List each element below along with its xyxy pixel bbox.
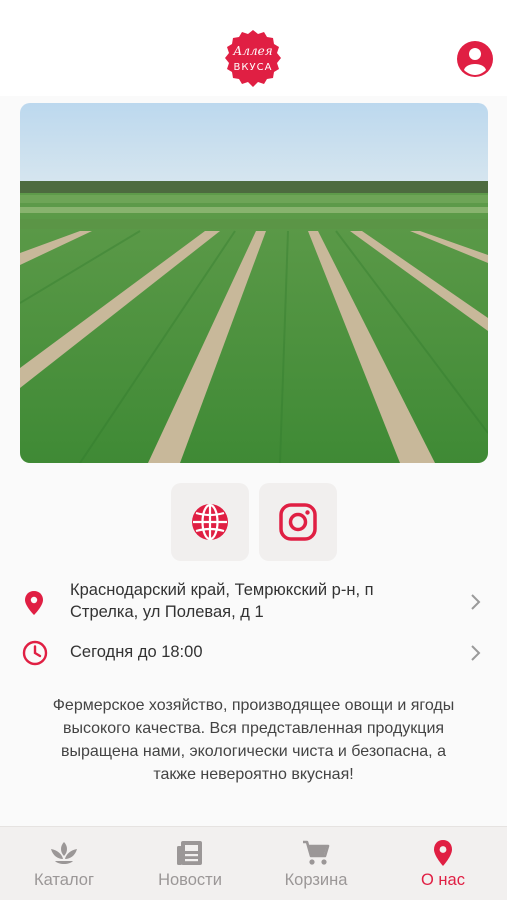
app-header: Аллея ВКУСА	[0, 0, 507, 96]
description-line: также невероятно вкусная!	[153, 766, 354, 783]
address-row[interactable]: Краснодарский край, Темрюкский р-н, п Ст…	[0, 578, 507, 628]
chevron-right-icon	[471, 645, 481, 661]
tab-catalog[interactable]: Каталог	[1, 827, 127, 900]
hero-image	[20, 103, 488, 463]
profile-button[interactable]	[456, 40, 494, 78]
description-line: выращена нами, экологически чиста и безо…	[61, 743, 446, 760]
cart-icon	[303, 840, 330, 865]
location-pin-icon	[25, 591, 43, 615]
logo-line2: ВКУСА	[234, 62, 273, 73]
field-photo	[20, 103, 488, 463]
about-description: Фермерское хозяйство, производящее овощи…	[20, 694, 487, 786]
description-line: высокого качества. Вся представленная пр…	[62, 720, 445, 737]
tab-cart[interactable]: Корзина	[253, 827, 379, 900]
user-profile-icon	[457, 41, 493, 77]
brand-logo[interactable]: Аллея ВКУСА	[221, 28, 285, 90]
tab-catalog-label: Каталог	[34, 871, 94, 889]
chevron-right-icon	[471, 594, 481, 610]
newspaper-icon	[177, 841, 202, 865]
tab-about[interactable]: О нас	[380, 827, 506, 900]
instagram-button[interactable]	[259, 483, 337, 561]
bottom-tab-bar: Каталог Новости Корзина О нас	[0, 826, 507, 900]
address-text: Краснодарский край, Темрюкский р-н, п Ст…	[70, 579, 450, 623]
tab-news[interactable]: Новости	[127, 827, 253, 900]
description-line: Фермерское хозяйство, производящее овощи…	[52, 697, 455, 714]
logo-line1: Аллея	[232, 44, 272, 58]
instagram-icon	[279, 503, 317, 541]
globe-icon	[192, 503, 228, 541]
location-pin-icon	[434, 840, 452, 866]
tab-cart-label: Корзина	[284, 871, 348, 889]
tab-news-label: Новости	[158, 871, 222, 889]
address-line2: Стрелка, ул Полевая, д 1	[70, 603, 264, 621]
address-line1: Краснодарский край, Темрюкский р-н, п	[70, 581, 374, 599]
clock-icon	[22, 640, 48, 666]
logo-badge-icon: Аллея ВКУСА	[225, 30, 281, 87]
tab-about-label: О нас	[421, 871, 465, 889]
sprout-icon	[51, 842, 77, 864]
website-button[interactable]	[171, 483, 249, 561]
hours-row[interactable]: Сегодня до 18:00	[0, 638, 507, 668]
hours-text: Сегодня до 18:00	[70, 643, 203, 661]
